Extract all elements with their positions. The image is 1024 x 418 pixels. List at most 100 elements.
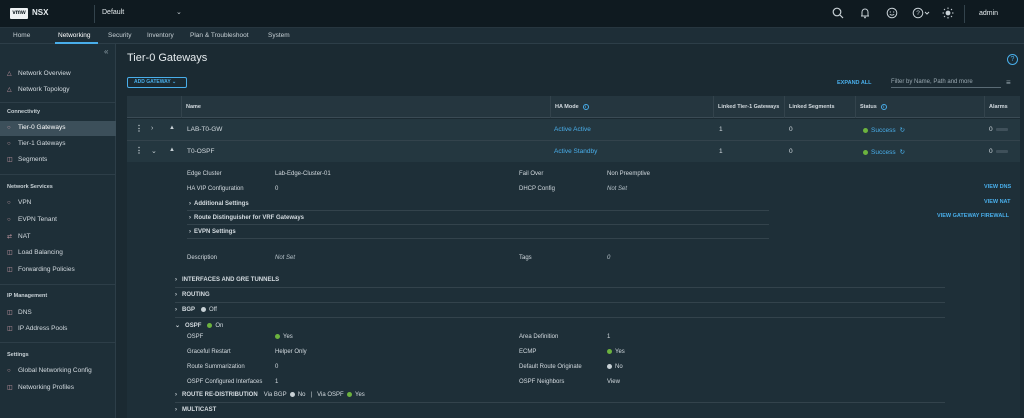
linked-tier1-count: 1 [719, 148, 723, 155]
chevron-down-icon[interactable]: ⌄ [176, 8, 182, 16]
ospf-neighbors-label: OSPF Neighbors [519, 379, 565, 385]
chevron-right-icon: › [189, 215, 191, 221]
sidebar-item-segments[interactable]: ◫ Segments [0, 153, 116, 168]
off-dot-icon [201, 307, 207, 312]
route-summarization-value: 0 [275, 364, 279, 370]
help-menu-icon[interactable]: ? [912, 7, 930, 21]
view-gateway-firewall-link[interactable]: VIEW GATEWAY FIREWALL [937, 213, 1009, 219]
theme-toggle-icon[interactable] [941, 7, 955, 21]
filter-input[interactable]: Filter by Name, Path and more [891, 77, 1001, 88]
success-dot-icon [863, 149, 868, 155]
tenant-selector[interactable]: Default [102, 9, 124, 16]
tab-plan-troubleshoot[interactable]: Plan & Troubleshoot [190, 32, 249, 39]
table-row[interactable]: ⋮ ⌄ ▲ T0-OSPF Active Standby 1 0 Success… [127, 141, 1020, 163]
area-definition-label: Area Definition [519, 334, 559, 340]
ha-vip-label: HA VIP Configuration [187, 186, 244, 192]
user-menu[interactable]: admin [979, 10, 998, 17]
evpn-settings-toggle[interactable]: › EVPN Settings [187, 226, 769, 239]
ecmp-value: Yes [607, 349, 625, 355]
dns-icon: ◫ [7, 310, 13, 316]
filter-icon[interactable]: ≡ [1006, 78, 1011, 87]
sidebar-item-dns[interactable]: ◫ DNS [0, 306, 116, 321]
sidebar-item-networking-profiles[interactable]: ◫ Networking Profiles [0, 381, 116, 396]
status-badge[interactable]: Success ↻ [863, 148, 905, 156]
column-ha-mode[interactable]: HA Mode i [550, 96, 714, 118]
section-bgp[interactable]: › BGP Off [175, 304, 945, 318]
area-definition-value: 1 [607, 334, 611, 340]
tab-inventory[interactable]: Inventory [147, 32, 174, 39]
gateway-icon: ▲ [169, 125, 175, 131]
tab-system[interactable]: System [268, 32, 290, 39]
status-badge[interactable]: Success ↻ [863, 126, 905, 134]
add-gateway-button[interactable]: ADD GATEWAY ⌄ [127, 77, 187, 88]
graceful-restart-value: Helper Only [275, 349, 307, 355]
tab-networking[interactable]: Networking [58, 32, 91, 39]
route-distinguisher-toggle[interactable]: › Route Distinguisher for VRF Gateways [187, 212, 769, 225]
svg-text:?: ? [916, 10, 920, 17]
section-ospf[interactable]: ⌄ OSPF On [175, 319, 945, 333]
ospf-configured-interfaces-value: 1 [275, 379, 279, 385]
table-row[interactable]: ⋮ › ▲ LAB-T0-GW Active Active 1 0 Succes… [127, 119, 1020, 141]
ha-mode-link[interactable]: Active Standby [554, 148, 597, 155]
network-overview-icon: △ [7, 71, 12, 77]
section-multicast[interactable]: › MULTICAST [175, 404, 945, 418]
help-icon[interactable]: ? [1007, 54, 1018, 65]
expand-all-button[interactable]: EXPAND ALL [837, 80, 872, 86]
on-dot-icon [347, 392, 353, 397]
column-linked-tier1[interactable]: Linked Tier-1 Gateways [713, 96, 784, 118]
ospf-neighbors-view-link[interactable]: View [607, 379, 620, 385]
gateway-details: Edge Cluster Lab-Edge-Cluster-01 Fail Ov… [127, 162, 1020, 418]
row-actions-icon[interactable]: ⋮ [135, 124, 143, 133]
section-interfaces[interactable]: › INTERFACES AND GRE TUNNELS [175, 274, 945, 288]
sidebar-item-evpn-tenant[interactable]: ○ EVPN Tenant [0, 213, 116, 228]
ospf-value: Yes [275, 334, 293, 340]
sidebar-item-tier0-gateways[interactable]: ○ Tier-0 Gateways [0, 121, 116, 136]
column-status[interactable]: Status i [855, 96, 984, 118]
chevron-down-icon[interactable]: ⌄ [151, 147, 157, 155]
sidebar-section-ip-management: IP Management [7, 293, 48, 299]
off-dot-icon [289, 392, 295, 397]
ip-pool-icon: ◫ [7, 326, 13, 332]
edge-cluster-label: Edge Cluster [187, 171, 222, 177]
view-nat-link[interactable]: VIEW NAT [984, 199, 1010, 205]
sidebar-item-load-balancing[interactable]: ◫ Load Balancing [0, 246, 116, 261]
sidebar-item-forwarding-policies[interactable]: ◫ Forwarding Policies [0, 263, 116, 278]
gateway-icon: ○ [7, 141, 11, 147]
tab-security[interactable]: Security [108, 32, 131, 39]
additional-settings-toggle[interactable]: › Additional Settings [187, 198, 769, 211]
tags-value: 0 [607, 255, 611, 261]
fail-over-label: Fail Over [519, 171, 544, 177]
vpn-icon: ○ [7, 200, 11, 206]
nat-icon: ⇄ [7, 234, 13, 240]
row-actions-icon[interactable]: ⋮ [135, 146, 143, 155]
chevron-right-icon[interactable]: › [151, 125, 153, 132]
sidebar-item-network-topology[interactable]: △ Network Topology [0, 83, 116, 98]
chevron-right-icon: › [175, 407, 177, 413]
sidebar-item-ip-address-pools[interactable]: ◫ IP Address Pools [0, 322, 116, 337]
tab-home[interactable]: Home [13, 32, 30, 39]
sidebar-item-tier1-gateways[interactable]: ○ Tier-1 Gateways [0, 137, 116, 152]
sidebar-item-global-networking-config[interactable]: ○ Global Networking Config [0, 364, 116, 379]
description-value: Not Set [275, 255, 296, 261]
view-dns-link[interactable]: VIEW DNS [984, 184, 1011, 190]
collapse-sidebar-icon[interactable]: « [104, 47, 108, 56]
sidebar-item-network-overview[interactable]: △ Network Overview [0, 67, 116, 82]
column-alarms[interactable]: Alarms [984, 96, 1020, 118]
chevron-right-icon: › [189, 229, 191, 235]
smiley-icon[interactable] [885, 7, 899, 21]
section-route-redistribution[interactable]: › ROUTE RE-DISTRIBUTION Via BGP No | Via … [175, 389, 945, 403]
sidebar-divider [0, 102, 116, 103]
chevron-right-icon: › [175, 392, 177, 399]
alarms-bar [995, 127, 1008, 131]
bell-icon[interactable] [858, 7, 872, 21]
section-routing[interactable]: › ROUTING [175, 289, 945, 303]
column-name[interactable]: Name [181, 96, 554, 118]
search-icon[interactable] [831, 7, 845, 21]
ha-mode-link[interactable]: Active Active [554, 126, 591, 133]
column-linked-segments[interactable]: Linked Segments [784, 96, 855, 118]
default-route-originate-value: No [607, 364, 623, 370]
chevron-down-icon: ⌄ [175, 323, 181, 329]
sidebar-item-vpn[interactable]: ○ VPN [0, 196, 116, 211]
sidebar-item-nat[interactable]: ⇄ NAT [0, 230, 116, 245]
gateway-icon: ○ [7, 125, 11, 131]
